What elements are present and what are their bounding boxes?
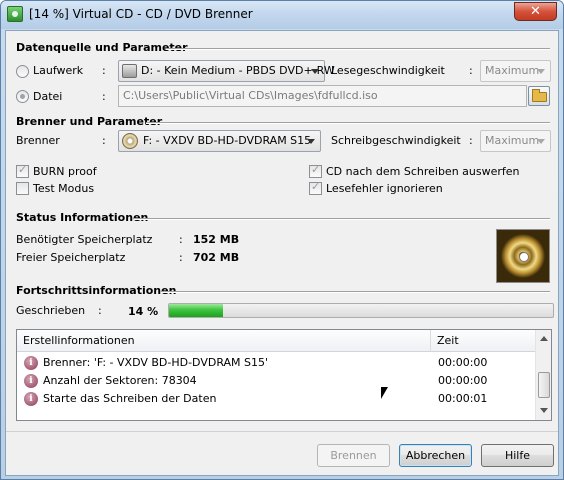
log-entry-time: 00:00:00 (438, 374, 488, 387)
log-entry-text: Brenner: 'F: - VXDV BD-HD-DVDRAM S15' (43, 356, 269, 369)
log-entry-text: Anzahl der Sektoren: 78304 (43, 374, 197, 387)
read-speed-label: Lesegeschwindigkeit (331, 64, 445, 77)
written-label: Geschrieben (16, 304, 86, 317)
burner-section-divider (146, 122, 550, 124)
burner-value: F: - VXDV BD-HD-DVDRAM S15 (143, 134, 312, 147)
vertical-scrollbar[interactable] (535, 330, 551, 420)
close-button[interactable]: ✕ (514, 2, 557, 21)
drive-radio-label: Laufwerk (33, 64, 84, 77)
footer-divider (6, 431, 558, 432)
eject-checkbox[interactable] (309, 163, 322, 178)
test-mode-label: Test Modus (33, 182, 95, 195)
disc-image (496, 229, 550, 283)
burn-button[interactable]: Brennen (317, 444, 390, 467)
required-space-value: 152 MB (193, 233, 240, 246)
source-drive-value: D: - Kein Medium - PBDS DVD+-RW (141, 64, 335, 77)
title-bar[interactable]: [14 %] Virtual CD - CD / DVD Brenner ✕ (1, 1, 563, 29)
list-item[interactable]: i Starte das Schreiben der Daten 00:00:0… (17, 390, 535, 408)
list-item[interactable]: i Brenner: 'F: - VXDV BD-HD-DVDRAM S15' … (17, 354, 535, 372)
log-entry-time: 00:00:01 (438, 392, 488, 405)
browse-file-button[interactable] (528, 86, 550, 106)
file-radio-label: Datei (33, 90, 63, 103)
status-section-title: Status Informationen (16, 211, 149, 224)
info-icon: i (24, 374, 38, 388)
source-drive-select[interactable]: D: - Kein Medium - PBDS DVD+-RW (118, 60, 335, 82)
read-speed-colon: : (469, 64, 473, 77)
written-colon: : (98, 304, 102, 317)
burn-proof-checkbox[interactable] (16, 163, 29, 178)
source-section-title: Datenquelle und Parameter (16, 41, 188, 54)
file-colon: : (102, 90, 106, 103)
read-speed-select[interactable]: Maximum (480, 60, 551, 82)
column-header-info[interactable]: Erstellinformationen (17, 330, 431, 352)
ignore-errors-checkbox[interactable] (309, 180, 322, 195)
burner-label: Brenner (16, 134, 60, 147)
burn-progress-bar (168, 303, 554, 318)
free-space-value: 702 MB (193, 251, 240, 264)
scroll-down-icon[interactable] (540, 408, 548, 413)
write-speed-colon: : (469, 134, 473, 147)
list-item[interactable]: i Anzahl der Sektoren: 78304 00:00:00 (17, 372, 535, 390)
required-space-label: Benötigter Speicherplatz (16, 233, 153, 246)
scrollbar-thumb[interactable] (538, 372, 550, 398)
column-header-info-label: Erstellinformationen (23, 334, 135, 347)
window-title: [14 %] Virtual CD - CD / DVD Brenner (29, 7, 253, 21)
dialog-body: Datenquelle und Parameter Laufwerk : D: … (5, 30, 559, 476)
written-percent: 14 % (128, 305, 159, 318)
folder-open-icon (532, 89, 547, 102)
column-header-time-label: Zeit (437, 334, 459, 347)
build-info-header: Erstellinformationen Zeit (17, 330, 535, 352)
mouse-cursor-icon (381, 387, 388, 399)
cd-drive-icon (122, 133, 138, 149)
progress-section-title: Fortschrittsinformationen (16, 284, 177, 297)
file-path-field[interactable]: C:\Users\Public\Virtual CDs\Images\fdful… (118, 85, 527, 107)
column-header-time[interactable]: Zeit (431, 330, 535, 352)
write-speed-select[interactable]: Maximum (480, 130, 551, 152)
info-icon: i (24, 392, 38, 406)
help-button[interactable]: Hilfe (481, 444, 554, 467)
burner-colon: : (102, 134, 106, 147)
info-icon: i (24, 356, 38, 370)
burn-proof-label: BURN proof (33, 165, 97, 178)
drive-colon: : (102, 64, 106, 77)
build-info-list[interactable]: Erstellinformationen Zeit i Brenner: 'F:… (16, 329, 552, 421)
read-speed-value: Maximum (485, 64, 540, 77)
file-path-value: C:\Users\Public\Virtual CDs\Images\fdful… (123, 89, 378, 102)
burner-section-title: Brenner und Parameter (16, 115, 163, 128)
free-space-label: Freier Speicherplatz (16, 251, 126, 264)
chevron-down-icon (307, 139, 315, 144)
burner-select[interactable]: F: - VXDV BD-HD-DVDRAM S15 (118, 130, 321, 152)
source-section-divider (166, 48, 550, 50)
required-space-colon: : (179, 233, 183, 246)
log-entry-text: Starte das Schreiben der Daten (43, 392, 217, 405)
drive-icon (122, 64, 137, 78)
drive-radio[interactable] (16, 65, 29, 78)
eject-label: CD nach dem Schreiben auswerfen (326, 165, 520, 178)
file-radio[interactable] (16, 90, 29, 103)
write-speed-label: Schreibgeschwindigkeit (331, 134, 461, 147)
chevron-down-icon (311, 69, 319, 74)
test-mode-checkbox[interactable] (16, 182, 29, 195)
chevron-down-icon (537, 139, 545, 144)
app-icon (7, 6, 23, 22)
burn-progress-fill (169, 304, 223, 317)
status-section-divider (134, 218, 550, 220)
chevron-down-icon (537, 69, 545, 74)
ignore-errors-label: Lesefehler ignorieren (326, 182, 443, 195)
close-icon: ✕ (530, 4, 541, 19)
app-window: [14 %] Virtual CD - CD / DVD Brenner ✕ D… (0, 0, 564, 480)
cancel-button[interactable]: Abbrechen (399, 444, 472, 467)
log-entry-time: 00:00:00 (438, 356, 488, 369)
scroll-up-icon[interactable] (540, 336, 548, 341)
progress-section-divider (161, 291, 550, 293)
free-space-colon: : (179, 251, 183, 264)
write-speed-value: Maximum (485, 134, 540, 147)
